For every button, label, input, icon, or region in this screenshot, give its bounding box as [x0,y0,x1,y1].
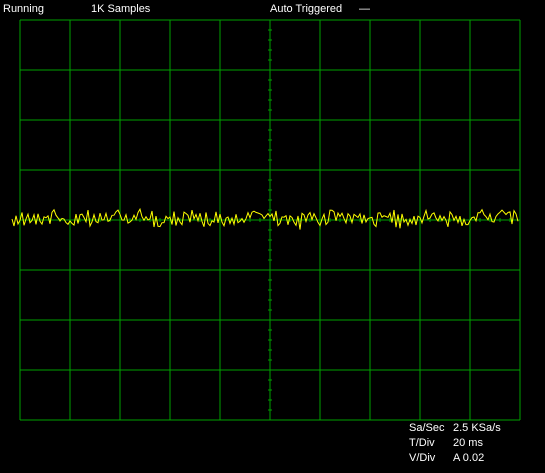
volt-div-label: V/Div [409,452,436,464]
scope-screen [11,19,521,421]
time-div-readout: T/Div 20 ms [409,437,483,449]
signal-trace [11,207,519,230]
volt-div-readout: V/Div A 0.02 [409,452,484,464]
sample-rate-value: 2.5 KSa/s [453,422,501,434]
time-div-label: T/Div [409,437,435,449]
time-div-value: 20 ms [453,437,483,449]
volt-div-value: A 0.02 [453,452,485,464]
sample-rate-label: Sa/Sec [409,422,445,434]
sample-rate-readout: Sa/Sec 2.5 KSa/s [409,422,501,434]
